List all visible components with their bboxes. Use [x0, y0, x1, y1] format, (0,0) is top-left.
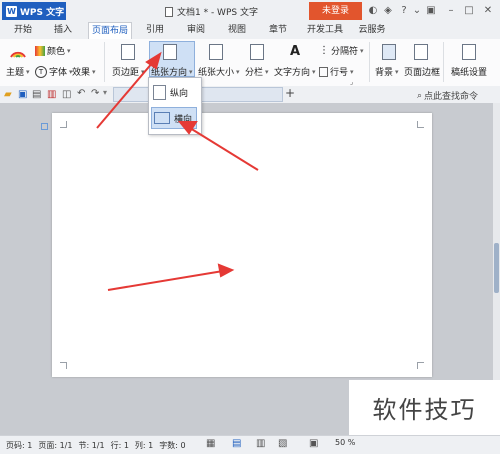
page-view-icon[interactable]: ▤	[232, 438, 241, 449]
status-column: 列: 1	[134, 440, 154, 450]
status-page-number: 页码: 1	[6, 440, 33, 450]
status-section: 节: 1/1	[78, 440, 105, 450]
arrow-to-orientation	[96, 61, 154, 129]
web-view-icon[interactable]: ▧	[278, 438, 287, 449]
watermark: 软件技巧	[349, 380, 500, 435]
spell-check-icon[interactable]: ▦	[206, 438, 215, 449]
reading-mode-icon[interactable]: ▣	[309, 438, 318, 449]
outline-view-icon[interactable]: ▥	[256, 438, 265, 449]
status-pages: 页面: 1/1	[38, 440, 73, 450]
arrow-to-page	[107, 270, 224, 291]
status-bar: 页码: 1 页面: 1/1 节: 1/1 行: 1 列: 1 字数: 0	[0, 435, 500, 454]
status-word-count: 字数: 0	[159, 440, 186, 450]
arrow-head	[217, 263, 235, 278]
status-row: 行: 1	[110, 440, 129, 450]
zoom-level[interactable]: 50 %	[335, 438, 355, 447]
arrow-to-landscape	[189, 127, 259, 171]
